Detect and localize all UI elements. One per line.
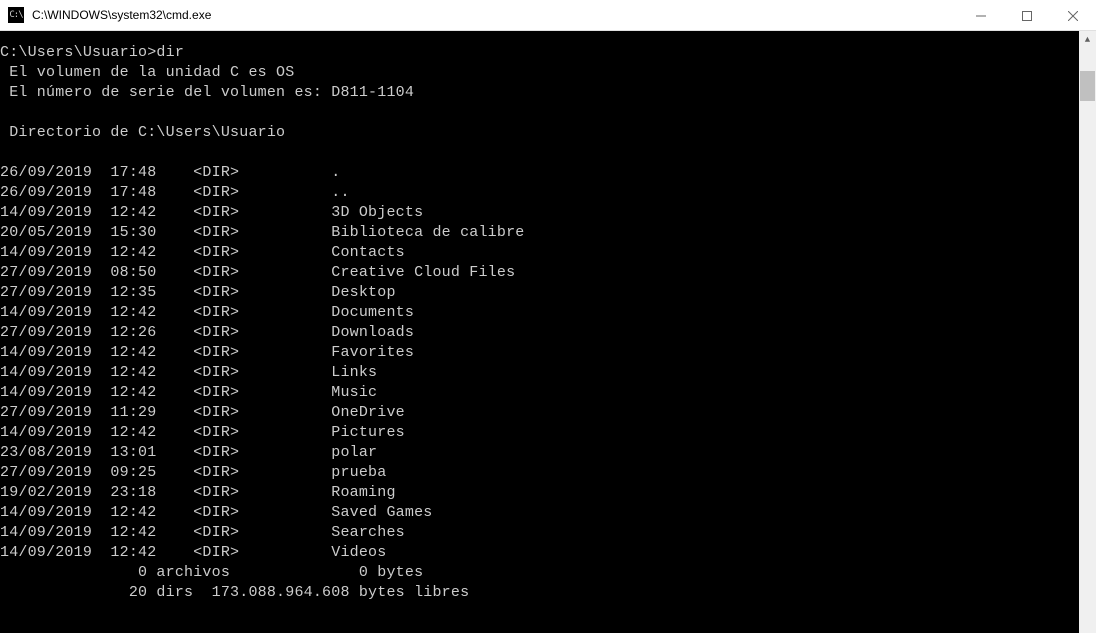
window-titlebar: C:\ C:\WINDOWS\system32\cmd.exe (0, 0, 1096, 31)
close-button[interactable] (1050, 0, 1096, 31)
terminal-area: C:\Users\Usuario>dir El volumen de la un… (0, 31, 1096, 633)
cmd-icon: C:\ (8, 7, 24, 23)
window-title: C:\WINDOWS\system32\cmd.exe (32, 8, 211, 22)
minimize-button[interactable] (958, 0, 1004, 31)
terminal-output[interactable]: C:\Users\Usuario>dir El volumen de la un… (0, 31, 1079, 633)
maximize-button[interactable] (1004, 0, 1050, 31)
scroll-thumb[interactable] (1080, 71, 1095, 101)
scroll-up-arrow[interactable]: ▲ (1079, 31, 1096, 48)
scrollbar[interactable]: ▲ (1079, 31, 1096, 633)
window-controls (958, 0, 1096, 31)
